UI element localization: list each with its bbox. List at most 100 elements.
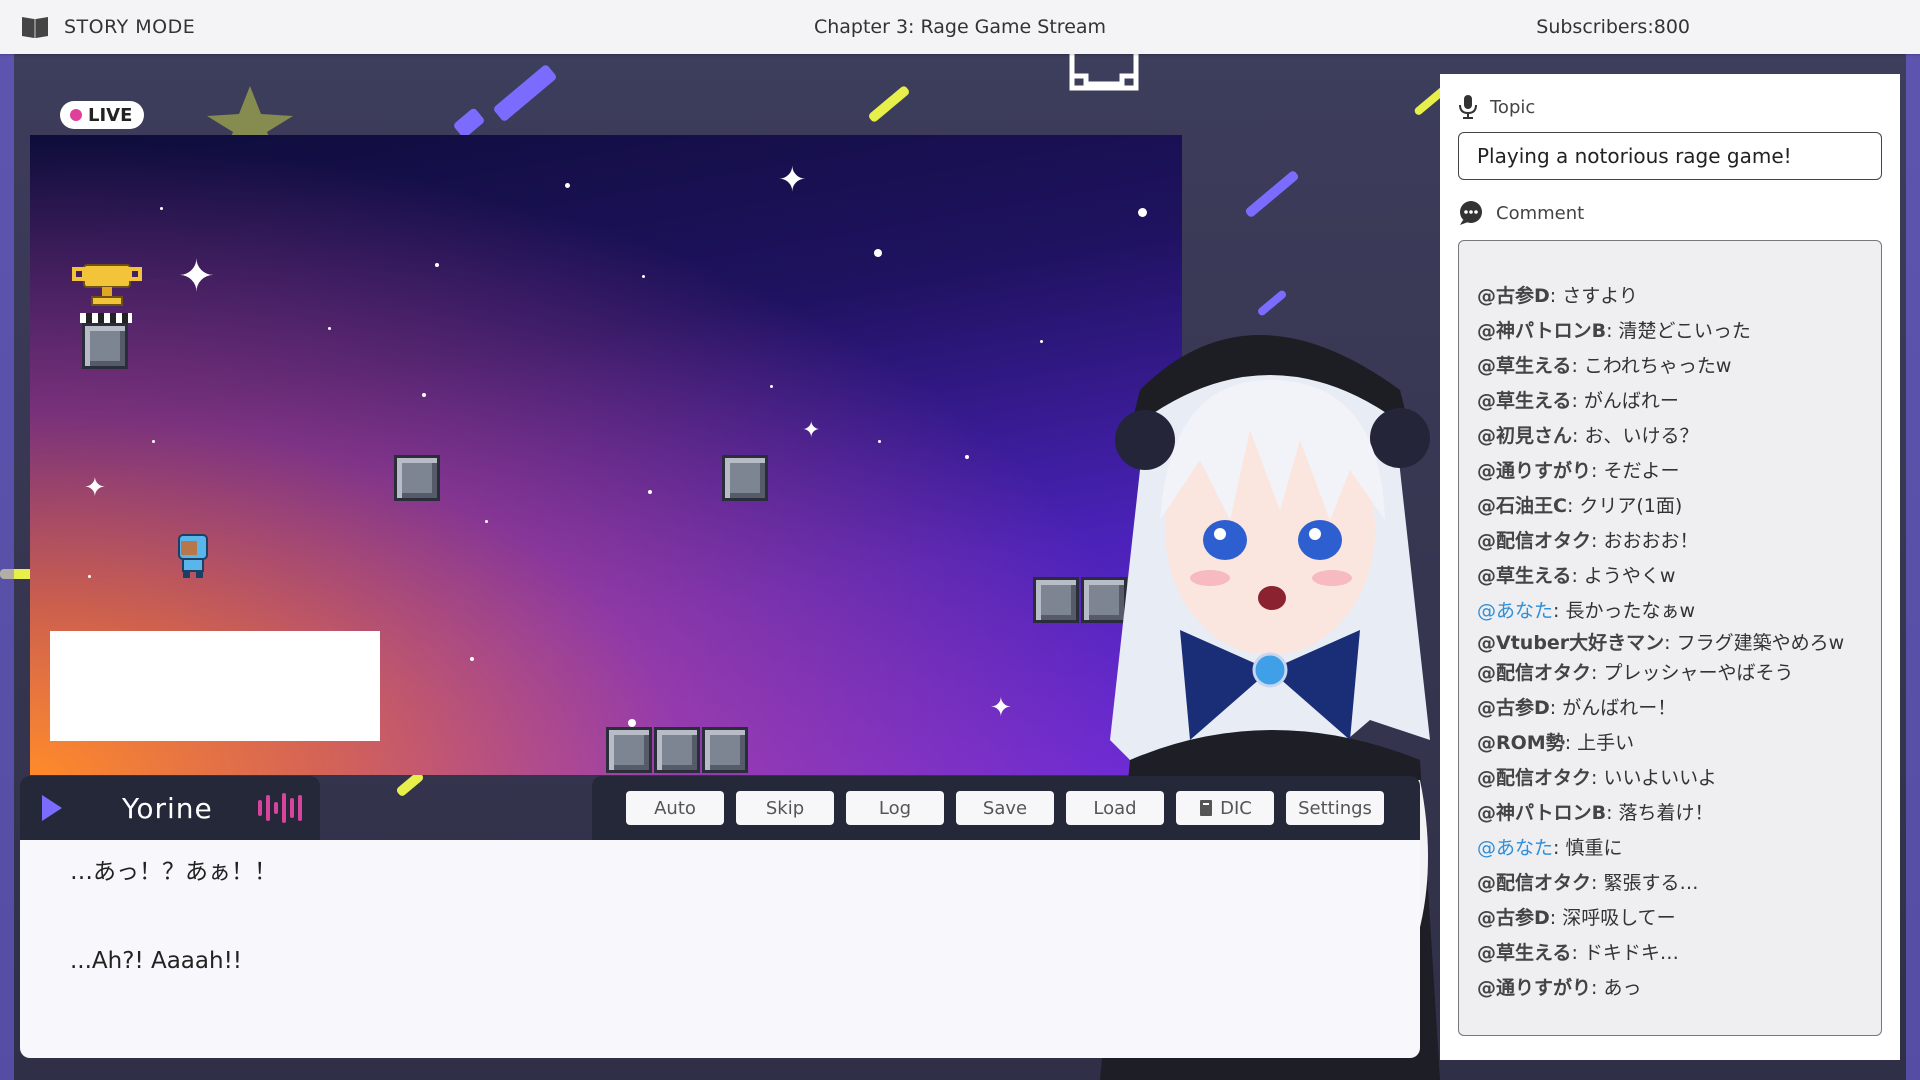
story-mode-indicator[interactable]: STORY MODE — [20, 0, 195, 54]
star — [152, 440, 155, 443]
neon-stripe — [1244, 169, 1300, 219]
comment-user: @通りすがり — [1477, 460, 1592, 482]
sparkle-star: ✦ — [778, 160, 807, 200]
neon-stripe — [492, 63, 558, 123]
comment-header: Comment — [1458, 198, 1882, 228]
subscriber-count: Subscribers:800 — [1536, 16, 1690, 38]
stream-side-panel: Topic Playing a notorious rage game! Com… — [1440, 74, 1900, 1060]
dialogue-line-english: ...Ah?! Aaaah!! — [70, 948, 243, 974]
comment-user: @草生える — [1477, 942, 1572, 964]
comment-label: Comment — [1496, 202, 1585, 224]
comment-text: : フラグ建築やめろw — [1664, 632, 1845, 654]
comment-text: : プレッシャーやばそう — [1591, 662, 1794, 684]
comment-text: : こわれちゃったw — [1571, 355, 1732, 377]
live-dot-icon — [70, 109, 82, 121]
comment-user: @古参D — [1477, 907, 1550, 929]
comment-user: @神パトロンB — [1477, 320, 1607, 342]
comment-item: @古参D: さすより — [1477, 279, 1863, 314]
comment-item: @ROM勢: 上手い — [1477, 726, 1863, 761]
comment-item: @古参D: がんばれー！ — [1477, 691, 1863, 726]
comment-text: : がんばれー — [1571, 390, 1679, 412]
star — [628, 719, 636, 727]
comment-item: @配信オタク: プレッシャーやばそう — [1477, 656, 1863, 691]
comment-item: @初見さん: お、いける？ — [1477, 419, 1863, 454]
star — [328, 327, 331, 330]
neon-stripe — [1256, 289, 1288, 317]
comment-text: : そだよー — [1591, 460, 1680, 482]
comment-user: @Vtuber大好きマン — [1477, 632, 1665, 654]
goal-flag-pattern — [80, 313, 132, 323]
microphone-icon — [1459, 95, 1477, 119]
comment-text: : 清楚どこいった — [1606, 320, 1751, 342]
live-badge: LIVE — [60, 101, 145, 129]
comment-item: @あなた: 長かったなぁw — [1477, 594, 1863, 629]
star — [965, 455, 969, 459]
comment-item: @通りすがり: あっ — [1477, 971, 1863, 1006]
speaker-name-bar: Yorine — [20, 776, 320, 840]
floating-block — [722, 455, 768, 501]
auto-button[interactable]: Auto — [626, 791, 724, 825]
trophy-icon — [72, 264, 142, 306]
comment-user: @あなた — [1477, 600, 1554, 622]
dialogue-box[interactable]: …あっ！？あぁ！！ ...Ah?! Aaaah!! — [20, 840, 1420, 1058]
comment-text: : 上手い — [1564, 732, 1635, 754]
comment-user: @神パトロンB — [1477, 802, 1607, 824]
sparkle-star: ✦ — [178, 251, 215, 302]
star — [470, 657, 474, 661]
star — [565, 183, 570, 188]
game-controls-bar: Auto Skip Log Save Load DIC Settings — [592, 776, 1420, 840]
comment-item: @草生える: ようやくw — [1477, 559, 1863, 594]
comment-item: @古参D: 深呼吸してー — [1477, 901, 1863, 936]
comment-user: @初見さん — [1477, 425, 1573, 447]
comment-item: @神パトロンB: 落ち着け！ — [1477, 796, 1863, 831]
star — [770, 385, 773, 388]
comment-user: @草生える — [1477, 355, 1572, 377]
dic-button[interactable]: DIC — [1176, 791, 1274, 825]
star — [878, 440, 881, 443]
comment-text: : さすより — [1549, 285, 1638, 307]
star — [160, 207, 163, 210]
comment-user: @石油王C — [1477, 495, 1567, 517]
play-triangle-icon — [42, 795, 62, 821]
comment-user: @草生える — [1477, 390, 1572, 412]
game-screen: ✦ ✦ ✦ ✦ ✦ — [30, 135, 1182, 775]
comment-text: : 慎重に — [1553, 837, 1623, 859]
overlay-panel — [50, 631, 380, 741]
star — [1040, 340, 1043, 343]
goal-block — [82, 323, 128, 369]
comment-text: : クリア(1面) — [1566, 495, 1683, 517]
platform-block — [702, 727, 748, 773]
comment-text: : お、いける？ — [1572, 425, 1699, 447]
comment-item: @草生える: がんばれー — [1477, 384, 1863, 419]
comment-user: @草生える — [1477, 565, 1572, 587]
skip-button[interactable]: Skip — [736, 791, 834, 825]
sparkle-star: ✦ — [802, 418, 821, 443]
log-button[interactable]: Log — [846, 791, 944, 825]
speech-bubble-icon — [1460, 201, 1482, 225]
settings-button[interactable]: Settings — [1286, 791, 1384, 825]
comment-item: @通りすがり: そだよー — [1477, 454, 1863, 489]
sparkle-star: ✦ — [84, 473, 106, 503]
comment-item: @あなた: 慎重に — [1477, 831, 1863, 866]
top-bar: STORY MODE Chapter 3: Rage Game Stream S… — [0, 0, 1920, 54]
comment-list[interactable]: @古参D: さすより @神パトロンB: 清楚どこいった @草生える: こわれちゃった… — [1458, 240, 1882, 1036]
sound-wave-icon — [258, 793, 302, 823]
star — [648, 490, 652, 494]
topic-value: Playing a notorious rage game! — [1458, 132, 1882, 180]
comment-user: @古参D — [1477, 285, 1550, 307]
platform-block — [654, 727, 700, 773]
mode-label: STORY MODE — [64, 16, 196, 38]
topic-label: Topic — [1490, 96, 1536, 118]
comment-user: @あなた — [1477, 837, 1554, 859]
comment-user: @ROM勢 — [1477, 732, 1565, 754]
load-button[interactable]: Load — [1066, 791, 1164, 825]
save-button[interactable]: Save — [956, 791, 1054, 825]
comment-text: : 長かったなぁw — [1553, 600, 1695, 622]
live-label: LIVE — [88, 104, 133, 126]
dic-label: DIC — [1220, 797, 1252, 819]
comment-user: @配信オタク — [1477, 767, 1592, 789]
comment-text: : 落ち着け！ — [1606, 802, 1714, 824]
star — [485, 520, 488, 523]
star — [422, 393, 426, 397]
pixel-cat-decoration — [1069, 54, 1139, 91]
